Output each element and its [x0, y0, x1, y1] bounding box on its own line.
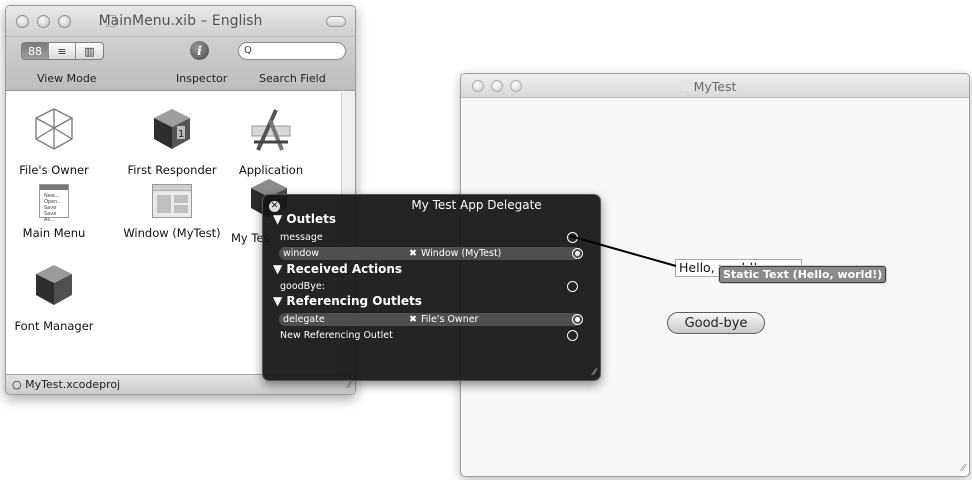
connections-hud-panel: ✕ My Test App Delegate ▼ Outlets message… [262, 194, 601, 381]
inspector-info-icon[interactable]: i [190, 41, 209, 60]
referencing-row-delegate[interactable]: delegate ✖ File's Owner [279, 313, 583, 326]
object-application[interactable]: Application [230, 106, 312, 177]
object-window-mytest[interactable]: Window (MyTest) [114, 184, 230, 240]
outlet-row-window[interactable]: window ✖ Window (MyTest) [279, 247, 583, 260]
font-manager-cube-icon [36, 265, 72, 305]
outlet-row-message[interactable]: message [276, 231, 578, 244]
referencing-target-name: File's Owner [420, 314, 479, 325]
search-icon: Q [244, 45, 252, 56]
main-menu-icon: New... Open... Save Save As... [39, 184, 69, 223]
view-mode-label: View Mode [37, 72, 97, 85]
object-label: Window (MyTest) [123, 226, 221, 240]
column-view-segment[interactable]: ▥ [76, 43, 103, 59]
referencing-name: delegate [283, 314, 325, 325]
icon-view-segment[interactable]: 88 [22, 43, 49, 59]
wireframe-cube-icon [35, 108, 73, 150]
resize-grip-icon[interactable]: ⁄⁄ [348, 380, 351, 391]
connection-circle-filled-icon[interactable] [572, 314, 583, 325]
referencing-row-new[interactable]: New Referencing Outlet [276, 329, 578, 342]
search-field-label: Search Field [259, 72, 326, 85]
xib-titlebar[interactable]: MainMenu.xib – English [6, 6, 355, 37]
object-label: Application [238, 163, 304, 177]
inspector-label: Inspector [176, 72, 228, 85]
connection-circle-icon[interactable] [567, 281, 578, 292]
static-text-tooltip: Static Text (Hello, world!) [719, 266, 887, 283]
window-icon [152, 184, 192, 218]
project-status-text: MyTest.xcodeproj [25, 378, 121, 391]
project-status-icon: ○ [12, 378, 22, 391]
object-label: Font Manager [14, 319, 94, 333]
disconnect-x-icon[interactable]: ✖ [409, 314, 417, 325]
object-label: First Responder [127, 163, 217, 177]
connection-circle-icon[interactable] [567, 232, 578, 243]
mytest-titlebar[interactable]: MyTest [461, 74, 969, 98]
connection-circle-filled-icon[interactable] [572, 248, 583, 259]
object-files-owner[interactable]: File's Owner [8, 106, 100, 177]
resize-grip-icon[interactable]: ⁄⁄ [962, 463, 965, 474]
disconnect-x-icon[interactable]: ✖ [409, 248, 417, 259]
hud-title: My Test App Delegate [411, 198, 542, 212]
referencing-outlets-header[interactable]: ▼ Referencing Outlets [273, 294, 422, 308]
action-name: goodBye: [280, 281, 325, 292]
object-main-menu[interactable]: New... Open... Save Save As... Main Menu [16, 184, 92, 240]
search-input[interactable] [238, 42, 346, 60]
list-view-segment[interactable]: ≡ [49, 43, 76, 59]
object-font-manager[interactable]: Font Manager [8, 262, 100, 333]
first-responder-cube-icon: 1 [154, 109, 190, 149]
toolbar-toggle-button[interactable] [326, 16, 346, 27]
svg-text:1: 1 [178, 129, 184, 140]
xib-toolbar: 88 ≡ ▥ View Mode i Inspector Q Search Fi… [6, 37, 355, 91]
window-title: MyTest [693, 79, 737, 94]
received-actions-header[interactable]: ▼ Received Actions [273, 262, 402, 276]
object-label: Main Menu [22, 226, 86, 240]
referencing-name: New Referencing Outlet [280, 330, 393, 341]
resize-grip-icon[interactable]: ⁄⁄ [593, 368, 596, 378]
object-label: File's Owner [19, 163, 89, 177]
referencing-target[interactable]: ✖ File's Owner [409, 313, 478, 326]
outlet-target[interactable]: ✖ Window (MyTest) [409, 247, 501, 260]
outlet-name: message [280, 232, 323, 243]
connection-circle-icon[interactable] [567, 330, 578, 341]
action-row-goodbye[interactable]: goodBye: [276, 280, 578, 293]
outlet-target-name: Window (MyTest) [420, 248, 502, 259]
object-first-responder[interactable]: 1 First Responder [114, 106, 230, 177]
view-mode-segmented-control[interactable]: 88 ≡ ▥ [21, 42, 104, 60]
good-bye-button[interactable]: Good-bye [667, 312, 765, 334]
outlet-name: window [283, 248, 320, 259]
window-title: MainMenu.xib – English [98, 13, 263, 29]
application-icon [251, 109, 291, 151]
outlets-header[interactable]: ▼ Outlets [273, 212, 336, 226]
